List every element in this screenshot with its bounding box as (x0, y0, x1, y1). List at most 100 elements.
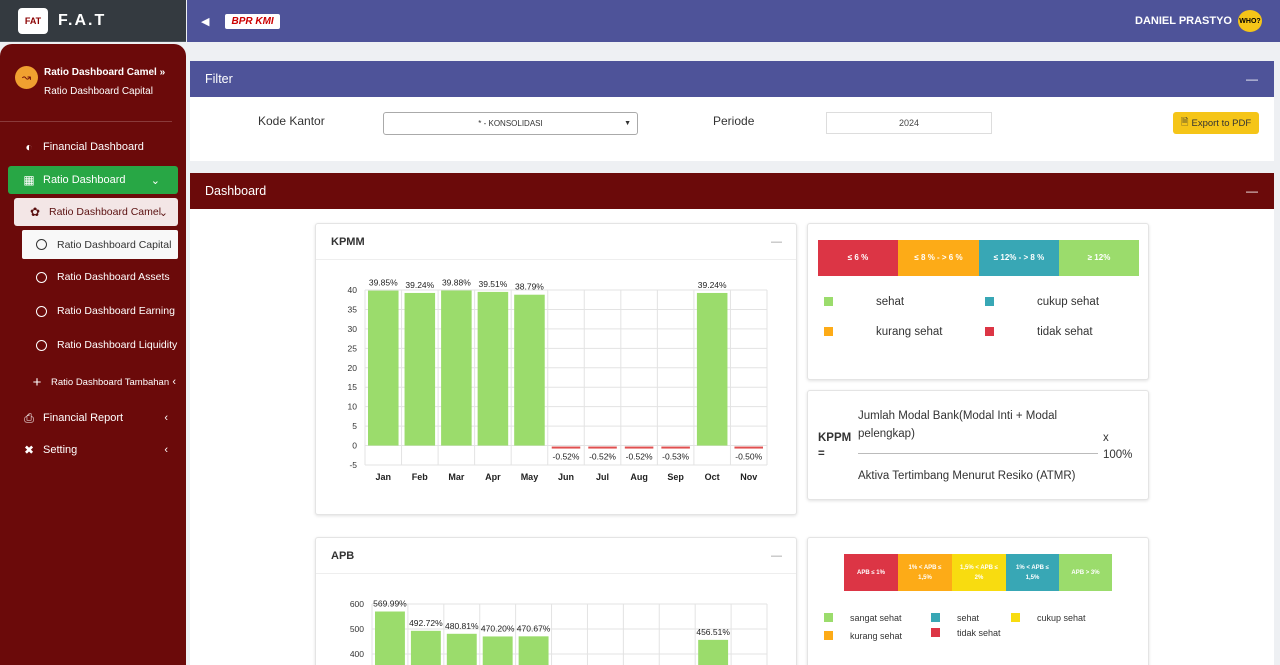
sidebar-user-panel: ↝ Ratio Dashboard Camel » Ratio Dashboar… (0, 44, 172, 122)
fraction-line (858, 453, 1098, 454)
y-tick-label: 10 (348, 402, 358, 412)
y-tick-label: 15 (348, 382, 358, 392)
legend-swatch (824, 297, 833, 306)
bar (368, 290, 399, 446)
dashboard-title: Dashboard (205, 184, 267, 198)
filter-title: Filter (205, 72, 233, 86)
circle-icon (36, 305, 47, 317)
x-tick-label: Apr (485, 472, 501, 482)
collapse-icon[interactable]: — (1246, 72, 1258, 86)
legend-label: cukup sehat (1037, 612, 1086, 623)
bar (441, 290, 472, 446)
sidebar-item-ratio-dashboard-capital[interactable]: Ratio Dashboard Capital (22, 230, 178, 259)
data-label: -0.50% (735, 452, 762, 462)
sidebar-item-ratio-dashboard-camel[interactable]: ✿ Ratio Dashboard Camel ⌄ (14, 198, 178, 226)
legend-item-cukup-sehat: cukup sehat (1011, 613, 1086, 623)
kpmm-legend-card: ≤ 6 % ≤ 8 % - > 6 % ≤ 12% - > 8 % ≥ 12% … (807, 223, 1149, 380)
sidebar-item-label: Ratio Dashboard Camel (49, 206, 162, 218)
x-tick-label: Feb (412, 472, 429, 482)
circle-icon (36, 339, 47, 351)
bar (375, 611, 405, 665)
file-export-icon: 🗎 (1180, 117, 1189, 128)
sidebar-item-ratio-dashboard-earning[interactable]: Ratio Dashboard Earning (0, 295, 186, 327)
plus-icon: + (32, 373, 42, 391)
app-title: F.A.T (58, 11, 107, 29)
sidebar-item-ratio-dashboard-tambahan[interactable]: + Ratio Dashboard Tambahan ‹ (0, 363, 186, 401)
legend-label: sehat (957, 612, 980, 623)
legend-band: APB ≤ 1% (844, 554, 898, 591)
x-tick-label: Oct (705, 472, 720, 482)
user-name[interactable]: DANIEL PRASTYO (1135, 15, 1232, 27)
sidebar-item-label: Ratio Dashboard Tambahan (51, 376, 170, 388)
x-tick-label: May (521, 472, 539, 482)
y-tick-label: 0 (352, 441, 357, 451)
formula-times: x (1103, 432, 1109, 444)
periode-label: Periode (713, 114, 755, 128)
collapse-icon[interactable]: — (771, 236, 782, 248)
kode-kantor-label: Kode Kantor (258, 114, 325, 128)
legend-band: ≥ 12% (1059, 240, 1139, 276)
collapse-icon[interactable]: — (1246, 184, 1258, 198)
sidebar-item-ratio-dashboard-liquidity[interactable]: Ratio Dashboard Liquidity (0, 329, 186, 361)
y-tick-label: 20 (348, 363, 358, 373)
collapse-icon[interactable]: — (771, 550, 782, 562)
periode-value: 2024 (898, 118, 920, 128)
kode-kantor-select[interactable]: * - KONSOLIDASI ▼ (383, 112, 638, 135)
data-label: 38.79% (515, 282, 544, 292)
sidebar-item-setting[interactable]: ✖ Setting ‹ (0, 435, 186, 465)
kpmm-chart-card: KPMM — 40 35 30 25 20 15 10 5 0 -5 39.85% 39.24% 39.… (315, 223, 797, 515)
bar (482, 636, 513, 665)
apb-card-header: APB — (316, 538, 796, 574)
export-pdf-label: Export to PDF (1191, 117, 1252, 129)
data-label: -0.52% (589, 452, 616, 462)
bar (514, 294, 545, 446)
kpmm-card-header: KPMM — (316, 224, 796, 260)
sidebar: ↝ Ratio Dashboard Camel » Ratio Dashboar… (0, 44, 186, 665)
chevron-left-icon: ‹ (164, 412, 168, 424)
sidebar-item-financial-dashboard[interactable]: ◐ Financial Dashboard (0, 132, 186, 162)
legend-item-kurang-sehat: kurang sehat (824, 326, 943, 338)
chart-bar-icon: ▦ (23, 173, 35, 187)
app-logo: FAT (18, 7, 48, 34)
periode-input[interactable]: 2024 (826, 112, 992, 134)
legend-label: sehat (876, 295, 905, 308)
data-label: -0.52% (626, 452, 653, 462)
formula-denominator: Aktiva Tertimbang Menurut Resiko (ATMR) (858, 470, 1076, 482)
legend-label: cukup sehat (1037, 295, 1100, 308)
sidebar-toggle-icon[interactable]: ◀ (201, 15, 209, 28)
x-tick-label: Aug (630, 472, 648, 482)
brand-header: FAT F.A.T (0, 0, 186, 42)
bar (698, 639, 729, 665)
breadcrumb-parent[interactable]: Ratio Dashboard Camel » (44, 66, 165, 80)
sidebar-item-label: Financial Report (43, 412, 124, 424)
sidebar-item-ratio-dashboard-assets[interactable]: Ratio Dashboard Assets (0, 261, 186, 293)
sidebar-item-ratio-dashboard[interactable]: ▦ Ratio Dashboard ⌄ (8, 166, 178, 194)
bar (551, 446, 581, 449)
legend-band: ≤ 6 % (818, 240, 898, 276)
legend-item-sehat: sehat (931, 613, 979, 623)
y-tick-label: 500 (350, 624, 364, 634)
export-pdf-button[interactable]: 🗎 Export to PDF (1173, 112, 1259, 134)
y-tick-label: 25 (348, 343, 358, 353)
legend-band: APB > 3% (1059, 554, 1112, 591)
bar (410, 630, 441, 665)
y-tick-label: 35 (348, 304, 358, 314)
kode-kantor-value: * - KONSOLIDASI (478, 119, 543, 128)
legend-item-sehat: sehat (824, 296, 904, 308)
data-label: 569.99% (373, 599, 407, 609)
filter-card-header: Filter — (190, 61, 1274, 97)
legend-item-sangat-sehat: sangat sehat (824, 613, 902, 623)
sidebar-item-financial-report[interactable]: ⎙ Financial Report ‹ (0, 403, 186, 433)
user-avatar[interactable]: WHO? (1238, 10, 1262, 32)
apb-legend-bar: APB ≤ 1% 1% < APB ≤ 1,5% 1,5% < APB ≤ 2%… (844, 554, 1112, 591)
legend-label: tidak sehat (1037, 325, 1093, 338)
circle-icon (36, 239, 47, 250)
legend-item-kurang-sehat: kurang sehat (824, 631, 902, 641)
chevron-left-icon: ‹ (172, 376, 176, 388)
legend-swatch (985, 297, 994, 306)
sidebar-item-label: Financial Dashboard (43, 141, 144, 153)
legend-swatch (824, 327, 833, 336)
legend-label: tidak sehat (957, 627, 1001, 638)
data-label: -0.53% (662, 452, 689, 462)
bar (588, 446, 617, 449)
